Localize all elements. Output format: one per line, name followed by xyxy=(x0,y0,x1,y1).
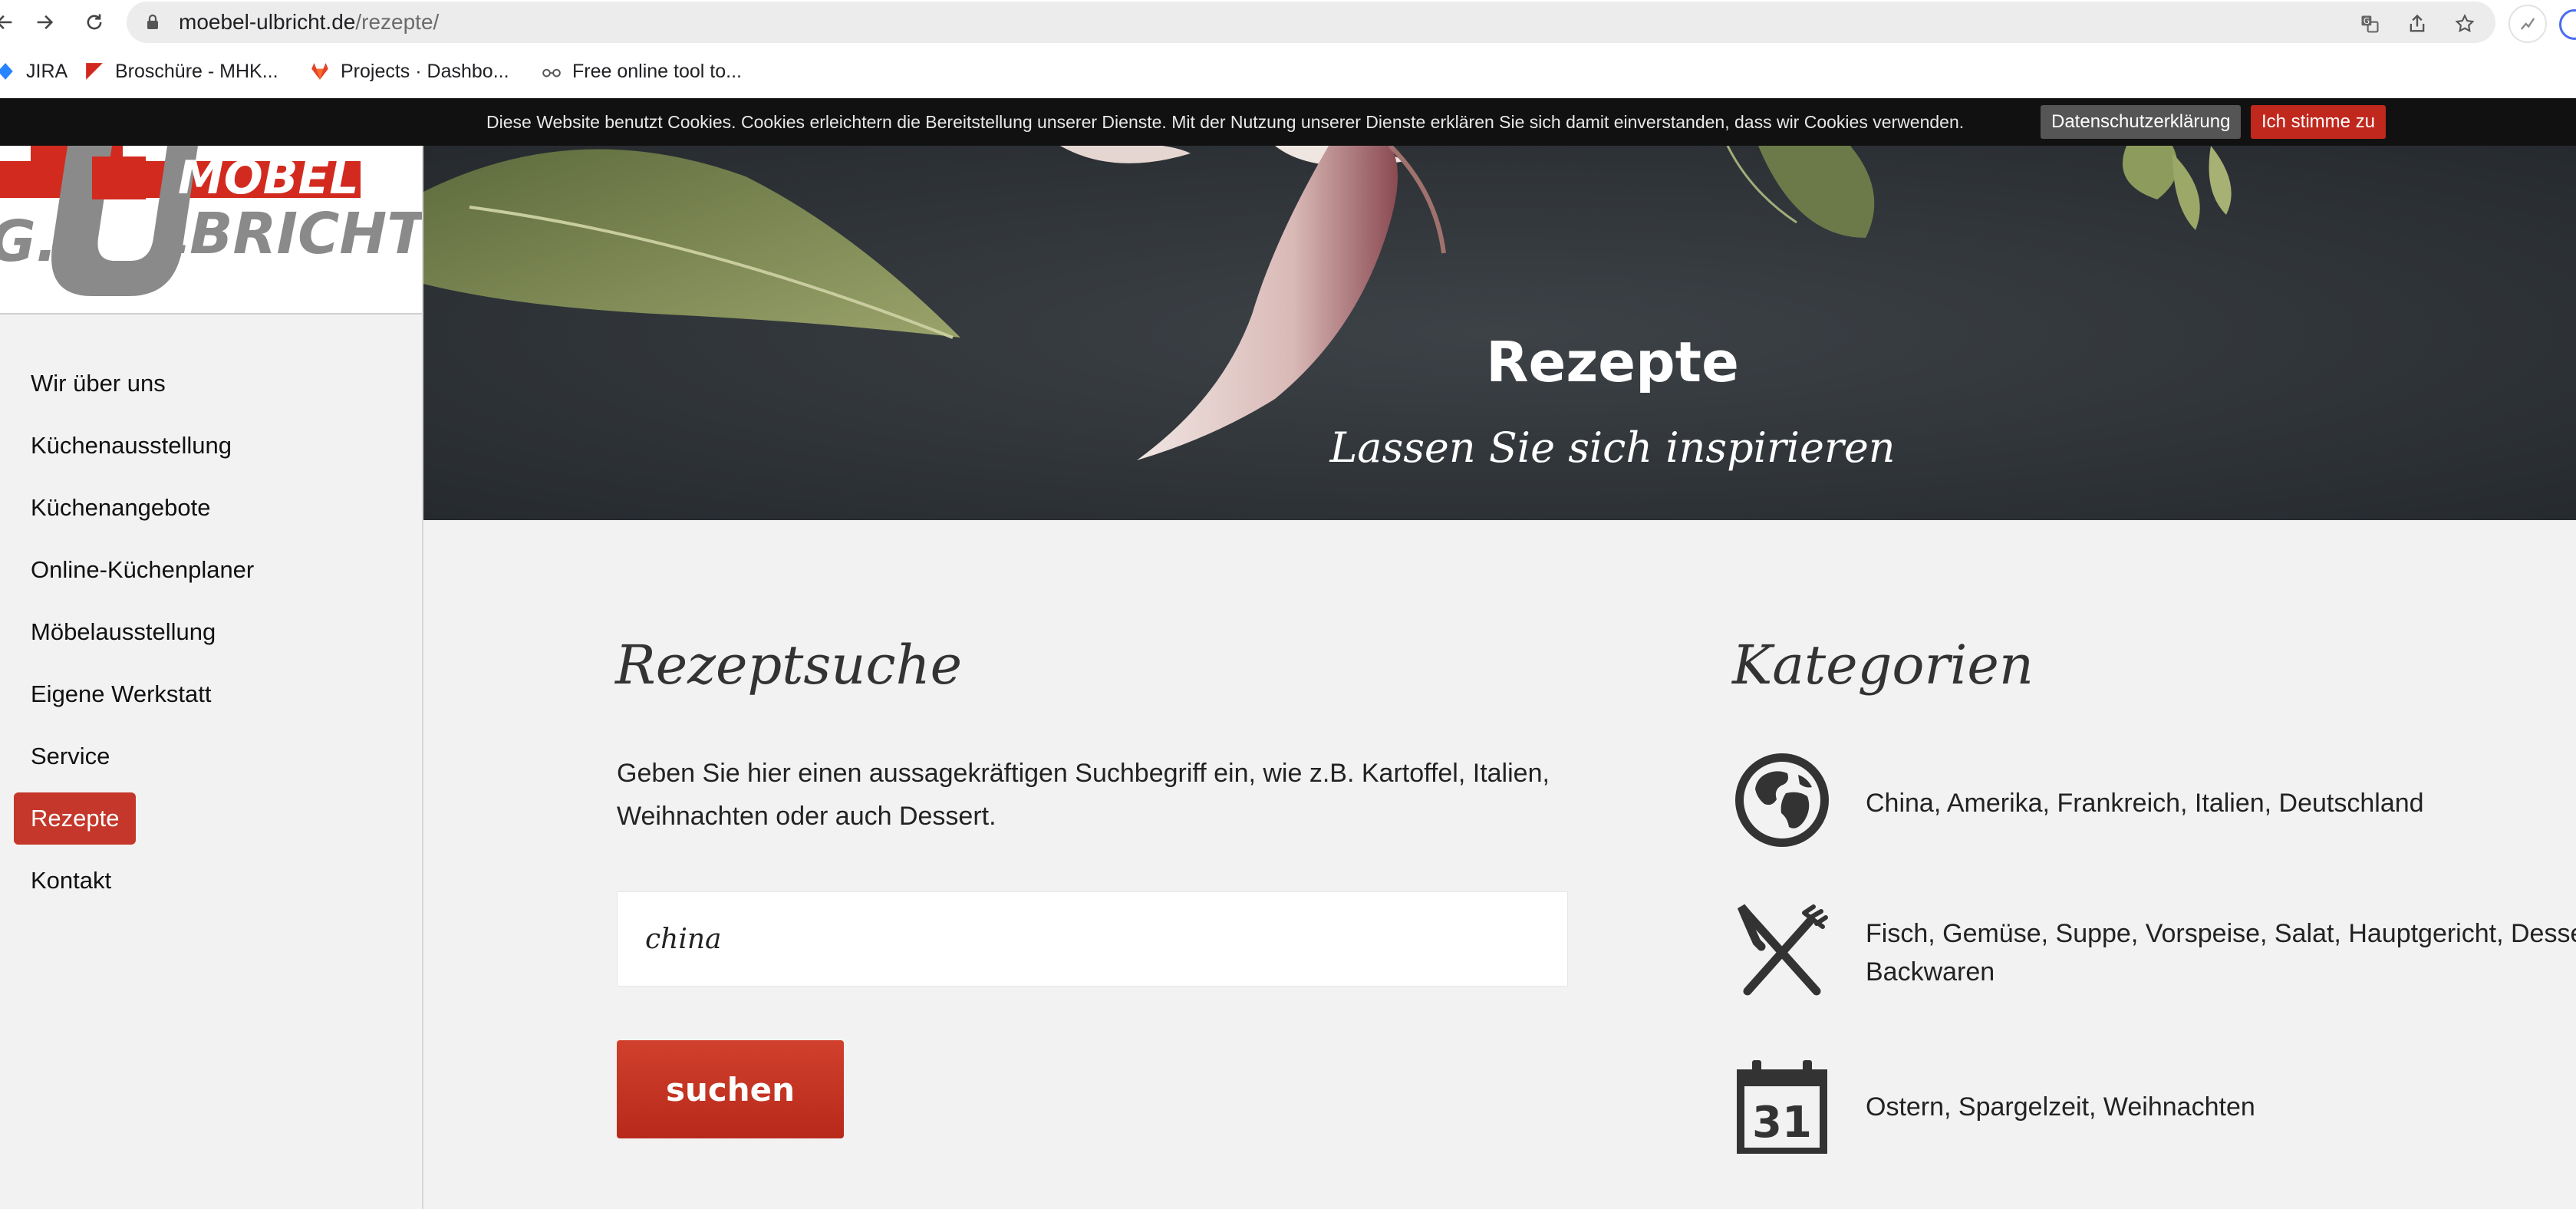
hero-banner: Rezepte Lassen Sie sich inspirieren xyxy=(423,146,2576,520)
bookmark-label: Projects · Dashbo... xyxy=(341,60,509,82)
glasses-icon xyxy=(542,68,561,77)
bookmark-label: JIRA xyxy=(26,60,68,82)
hero-subtitle: Lassen Sie sich inspirieren xyxy=(1329,423,1896,472)
sidebar-item-wir-ueber-uns[interactable]: Wir über uns xyxy=(14,357,183,410)
bookmark-label: Free online tool to... xyxy=(572,60,742,82)
bookmark-label: Broschüre - MHK... xyxy=(115,60,278,82)
site-logo[interactable]: MÖBEL G. LBRICHT xyxy=(0,146,422,315)
fork-knife-icon xyxy=(1737,904,1828,996)
category-courses-text-line1: Fisch, Gemüse, Suppe, Vorspeise, Salat, … xyxy=(1866,919,2576,948)
categories-heading: Kategorien xyxy=(1732,634,2034,697)
bookmarks-bar: JIRA Broschüre - MHK... Projects · Dashb… xyxy=(0,44,2576,99)
calendar-day-number: 31 xyxy=(1752,1098,1812,1148)
reload-icon[interactable] xyxy=(79,7,110,38)
address-bar[interactable]: moebel-ulbricht.de/rezepte/ G xyxy=(127,2,2495,43)
sidebar-item-eigene-werkstatt[interactable]: Eigene Werkstatt xyxy=(14,668,228,720)
logo-text-moebel: MÖBEL xyxy=(178,150,359,205)
url-path: /rezepte/ xyxy=(355,10,440,34)
category-seasons-text: Ostern, Spargelzeit, Weihnachten xyxy=(1866,1092,2255,1122)
category-courses[interactable]: Fisch, Gemüse, Suppe, Vorspeise, Salat, … xyxy=(1734,902,2576,999)
sidebar-item-service[interactable]: Service xyxy=(14,730,127,782)
lock-icon xyxy=(147,14,158,29)
recipe-search-input[interactable] xyxy=(617,891,1568,987)
globe-icon xyxy=(1735,753,1829,847)
bookmark-projects[interactable]: Projects · Dashbo... xyxy=(310,58,509,84)
share-icon[interactable] xyxy=(2402,8,2433,39)
privacy-policy-button[interactable]: Datenschutzerklärung xyxy=(2041,105,2242,139)
bookmark-free-tool[interactable]: Free online tool to... xyxy=(542,58,742,84)
sidebar-item-kuechenangebote[interactable]: Küchenangebote xyxy=(14,482,227,534)
category-countries-text: China, Amerika, Frankreich, Italien, Deu… xyxy=(1866,789,2424,818)
bookmark-jira[interactable]: JIRA xyxy=(0,58,68,84)
sidebar-item-kuechenausstellung[interactable]: Küchenausstellung xyxy=(14,420,249,472)
svg-text:G: G xyxy=(2364,17,2370,26)
search-heading: Rezeptsuche xyxy=(615,634,963,697)
bookmark-star-icon[interactable] xyxy=(2449,8,2480,39)
translate-icon[interactable]: G xyxy=(2354,8,2385,39)
jira-icon xyxy=(0,63,13,80)
search-button[interactable]: suchen xyxy=(617,1040,844,1138)
url-domain: moebel-ulbricht.de xyxy=(179,10,356,34)
search-description: Geben Sie hier einen aussagekräftigen Su… xyxy=(617,759,1550,831)
browser-toolbar: moebel-ulbricht.de/rezepte/ G xyxy=(0,0,2576,44)
category-seasons[interactable]: 31 Ostern, Spargelzeit, Weihnachten xyxy=(1734,1059,2255,1155)
url-text: moebel-ulbricht.de/rezepte/ xyxy=(179,10,439,35)
extension-icon[interactable] xyxy=(2508,5,2547,43)
cookie-agree-button[interactable]: Ich stimme zu xyxy=(2251,105,2387,139)
sidebar-item-kontakt[interactable]: Kontakt xyxy=(14,855,128,907)
profile-icon[interactable] xyxy=(2559,9,2576,40)
mhk-icon xyxy=(86,63,103,80)
logo-text-ulbricht: LBRICHT xyxy=(153,201,422,267)
sidebar-item-rezepte[interactable]: Rezepte xyxy=(14,792,137,845)
gitlab-icon xyxy=(311,63,328,80)
hero-title: Rezepte xyxy=(1486,330,1739,394)
forward-icon[interactable] xyxy=(29,7,60,38)
calendar-icon: 31 xyxy=(1737,1060,1827,1154)
sidebar: MÖBEL G. LBRICHT Wir über uns Küchenauss… xyxy=(0,146,423,1209)
category-courses-text-line2: Backwaren xyxy=(1866,957,1995,987)
cookie-banner: Diese Website benutzt Cookies. Cookies e… xyxy=(0,98,2576,146)
cookie-text: Diese Website benutzt Cookies. Cookies e… xyxy=(486,112,1965,132)
bookmark-broschuere[interactable]: Broschüre - MHK... xyxy=(84,58,278,84)
sidebar-item-online-kuechenplaner[interactable]: Online-Küchenplaner xyxy=(14,544,271,596)
category-countries[interactable]: China, Amerika, Frankreich, Italien, Deu… xyxy=(1734,752,2424,848)
logo-text-initial: G. xyxy=(0,209,58,275)
back-icon[interactable] xyxy=(0,7,20,38)
sidebar-item-moebelausstellung[interactable]: Möbelausstellung xyxy=(14,606,232,658)
